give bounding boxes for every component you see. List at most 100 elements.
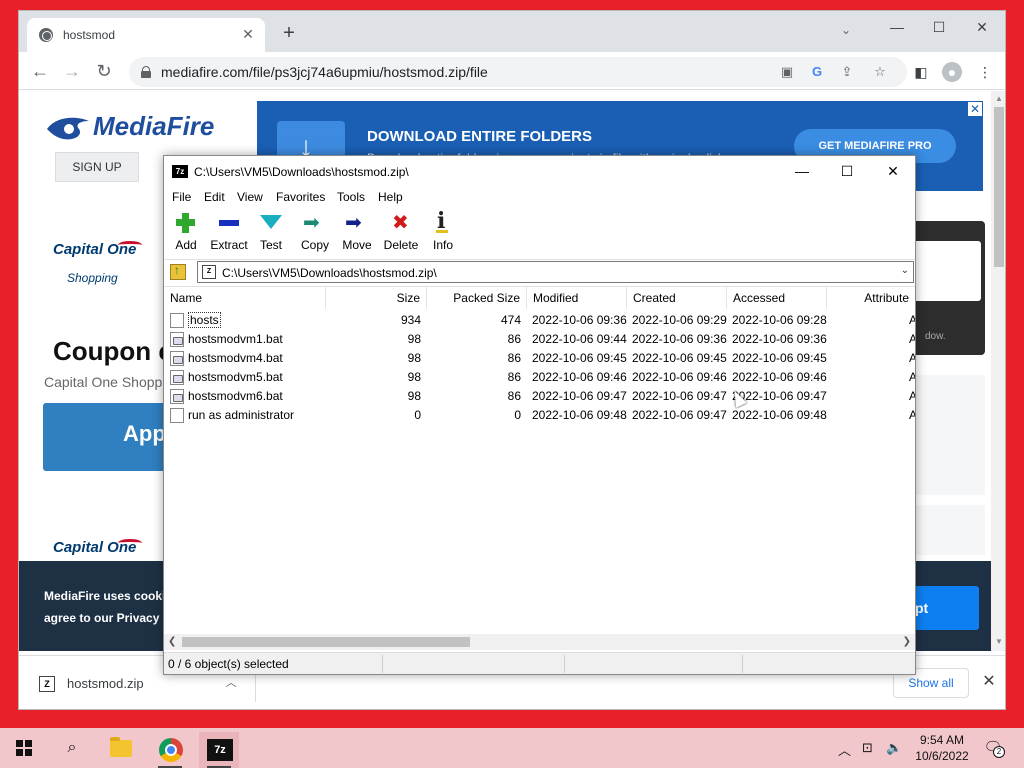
7zip-close-button[interactable]: ✕ xyxy=(873,159,913,183)
volume-icon[interactable]: 🔈 xyxy=(886,740,902,756)
file-name: run as administrator xyxy=(188,408,295,422)
share-icon[interactable]: ⇪ xyxy=(839,64,855,80)
table-row[interactable]: hostsmodvm4.bat 98 86 2022-10-06 09:45 2… xyxy=(164,349,915,368)
zip-file-icon: Z xyxy=(39,676,55,692)
tab-hostsmod[interactable]: hostsmod ✕ xyxy=(27,18,265,52)
maximize-button[interactable]: ☐ xyxy=(924,15,954,39)
profile-avatar-icon[interactable]: ● xyxy=(942,62,962,82)
scrollbar-thumb[interactable] xyxy=(994,107,1004,267)
back-icon[interactable]: ← xyxy=(29,60,51,82)
file-created: 2022-10-06 09:36 xyxy=(632,332,727,346)
tab-search-chevron-icon[interactable]: ⌄ xyxy=(837,23,855,41)
column-header-accessed[interactable]: Accessed xyxy=(727,287,827,309)
scroll-left-icon[interactable]: ❮ xyxy=(168,636,176,647)
menu-file[interactable]: File xyxy=(172,190,191,204)
table-row[interactable]: run as administrator 0 0 2022-10-06 09:4… xyxy=(164,406,915,425)
scrollbar-thumb[interactable] xyxy=(182,637,470,647)
file-modified: 2022-10-06 09:47 xyxy=(532,389,627,403)
column-header-packed-size[interactable]: Packed Size xyxy=(427,287,527,309)
menu-tools[interactable]: Tools xyxy=(337,190,365,204)
side-panel-icon[interactable]: ◧ xyxy=(911,62,931,82)
download-filename[interactable]: hostsmod.zip xyxy=(67,676,144,691)
network-icon[interactable]: ⊡ xyxy=(862,740,873,756)
new-tab-button[interactable]: + xyxy=(278,23,300,45)
capital-one-shopping-text: Shopping xyxy=(67,271,118,285)
sign-up-button[interactable]: SIGN UP xyxy=(55,152,139,182)
show-hidden-icons-chevron-icon[interactable]: ︿ xyxy=(838,740,851,759)
file-size: 934 xyxy=(400,313,421,327)
7zip-minimize-button[interactable]: — xyxy=(782,159,822,183)
address-bar[interactable]: mediafire.com/file/ps3jcj74a6upmiu/hosts… xyxy=(129,57,907,87)
scroll-up-icon[interactable]: ▲ xyxy=(994,94,1004,104)
table-row[interactable]: hostsmodvm5.bat 98 86 2022-10-06 09:46 2… xyxy=(164,368,915,387)
horizontal-scrollbar[interactable]: ❮ ❯ xyxy=(164,634,915,650)
test-button[interactable]: Test xyxy=(257,212,285,258)
google-icon[interactable]: G xyxy=(809,64,825,80)
system-clock[interactable]: 9:54 AM 10/6/2022 xyxy=(912,732,972,764)
menu-favorites[interactable]: Favorites xyxy=(276,190,325,204)
file-explorer-taskbar-button[interactable] xyxy=(100,732,140,768)
cookie-text-line1: MediaFire uses cooki xyxy=(44,589,166,603)
cast-blocked-icon[interactable]: ▣ xyxy=(779,64,795,80)
delete-button[interactable]: Delete xyxy=(382,210,420,258)
folder-up-icon[interactable] xyxy=(170,263,186,280)
scroll-down-icon[interactable]: ▼ xyxy=(994,637,1004,647)
selection-status: 0 / 6 object(s) selected xyxy=(168,657,289,671)
coupon-subheading: Capital One Shoppi xyxy=(44,374,166,390)
7zip-taskbar-button[interactable]: 7z xyxy=(199,732,239,768)
menu-help[interactable]: Help xyxy=(378,190,403,204)
minimize-button[interactable]: — xyxy=(882,15,912,39)
info-button[interactable]: Info xyxy=(430,208,456,258)
close-tab-icon[interactable]: ✕ xyxy=(239,25,257,43)
file-packed-size: 0 xyxy=(514,408,521,422)
file-modified: 2022-10-06 09:44 xyxy=(532,332,627,346)
close-window-button[interactable]: ✕ xyxy=(967,15,997,39)
7zip-maximize-button[interactable]: ☐ xyxy=(827,159,867,183)
column-header-size[interactable]: Size xyxy=(326,287,427,309)
page-scrollbar[interactable]: ▲ ▼ xyxy=(991,91,1005,651)
column-header-created[interactable]: Created xyxy=(627,287,727,309)
ad-close-icon[interactable]: ✕ xyxy=(967,101,983,117)
file-created: 2022-10-06 09:29 xyxy=(632,313,727,327)
add-icon xyxy=(174,212,198,234)
menu-dots-icon[interactable]: ⋮ xyxy=(975,62,995,82)
lock-icon[interactable] xyxy=(141,66,151,78)
file-packed-size: 474 xyxy=(500,313,521,327)
7zip-title-bar[interactable]: 7z C:\Users\VM5\Downloads\hostsmod.zip\ … xyxy=(164,156,915,186)
table-row[interactable]: hostsmodvm1.bat 98 86 2022-10-06 09:44 2… xyxy=(164,330,915,349)
capital-one-logo-2[interactable]: Capital One xyxy=(53,539,143,556)
table-row[interactable]: hosts 934 474 2022-10-06 09:36 2022-10-0… xyxy=(164,311,915,330)
capital-one-logo[interactable]: Capital One xyxy=(53,241,143,258)
menu-view[interactable]: View xyxy=(237,190,263,204)
right-card-2 xyxy=(909,505,985,555)
column-header-modified[interactable]: Modified xyxy=(527,287,627,309)
copy-button[interactable]: Copy xyxy=(298,210,332,258)
notification-icon[interactable]: 🗨 2 xyxy=(982,738,1005,758)
test-icon xyxy=(259,212,283,234)
extract-button[interactable]: Extract xyxy=(208,212,250,258)
status-divider xyxy=(742,655,743,673)
table-row[interactable]: hostsmodvm6.bat 98 86 2022-10-06 09:47 2… xyxy=(164,387,915,406)
bookmark-star-icon[interactable]: ☆ xyxy=(872,64,888,80)
windows-start-icon[interactable] xyxy=(16,740,32,756)
file-list[interactable]: Name Size Packed Size Modified Created A… xyxy=(164,286,915,634)
file-accessed: 2022-10-06 09:47 xyxy=(732,389,827,403)
add-button[interactable]: Add xyxy=(172,212,200,258)
path-combobox[interactable]: Z C:\Users\VM5\Downloads\hostsmod.zip\ ⌄ xyxy=(197,261,914,283)
extract-icon xyxy=(217,212,241,234)
menu-edit[interactable]: Edit xyxy=(204,190,225,204)
chrome-taskbar-button[interactable] xyxy=(150,732,190,768)
reload-icon[interactable]: ↻ xyxy=(93,60,115,82)
file-attributes: A xyxy=(909,330,915,349)
column-header-attributes[interactable]: Attribute xyxy=(827,287,915,309)
cookie-text-line2: agree to our Privacy xyxy=(44,611,160,625)
scroll-right-icon[interactable]: ❯ xyxy=(903,636,911,647)
search-icon[interactable]: ⌕ xyxy=(62,738,82,758)
column-header-name[interactable]: Name xyxy=(164,287,326,309)
forward-icon[interactable]: → xyxy=(61,60,83,82)
move-button[interactable]: Move xyxy=(340,210,374,258)
close-shelf-icon[interactable]: ✕ xyxy=(979,672,999,692)
chevron-up-icon[interactable]: ︿ xyxy=(222,674,240,692)
file-modified: 2022-10-06 09:45 xyxy=(532,351,627,365)
chevron-down-icon[interactable]: ⌄ xyxy=(901,265,909,276)
